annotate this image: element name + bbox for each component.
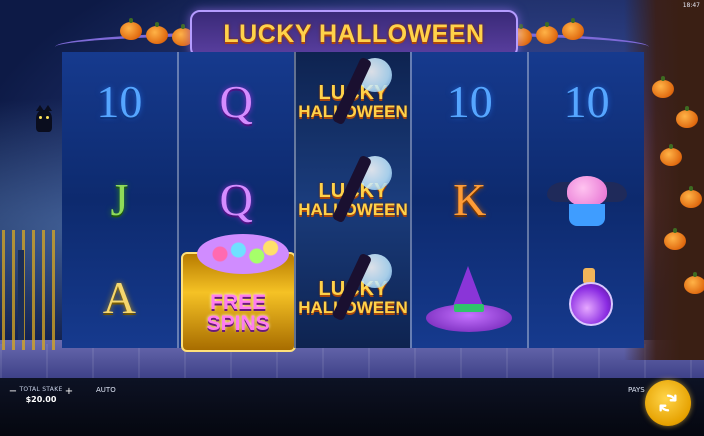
lamp-post bbox=[18, 250, 24, 340]
spin-arrows-icon bbox=[659, 394, 677, 412]
spin-button[interactable] bbox=[645, 380, 691, 426]
lucky-halloween-symbol: LUCKY HALLOWEEN bbox=[296, 150, 411, 248]
auto-button[interactable]: AUTO bbox=[96, 386, 116, 394]
cat-eye-right bbox=[46, 116, 49, 119]
potion-icon bbox=[567, 268, 614, 334]
tree-pumpkin bbox=[680, 186, 702, 208]
frame-pumpkin bbox=[562, 18, 584, 40]
frame-pumpkin bbox=[536, 22, 558, 44]
reel-area: 10 J A Q Q FREE SPINS LUCKY HALLOWEEN LU… bbox=[62, 52, 644, 352]
reel-3: LUCKY HALLOWEEN LUCKY HALLOWEEN LUCKY HA… bbox=[293, 52, 411, 348]
reel-5: 10 bbox=[527, 52, 644, 348]
frame-pumpkin bbox=[146, 22, 168, 44]
reel-4: 10 K bbox=[410, 52, 528, 348]
free-spins-line1: FREE bbox=[210, 291, 267, 314]
free-spins-line2: SPINS bbox=[206, 312, 270, 335]
reel-symbol: A bbox=[102, 271, 137, 323]
stake-display: TOTAL STAKE $20.00 bbox=[18, 386, 64, 404]
free-spins-symbol: FREE SPINS bbox=[180, 234, 296, 352]
lucky-halloween-symbol: LUCKY HALLOWEEN bbox=[296, 248, 411, 346]
frame-pumpkin bbox=[120, 18, 142, 40]
reel-symbol: 10 bbox=[96, 75, 143, 127]
reel-symbol: K bbox=[453, 173, 487, 225]
tree-pumpkin bbox=[664, 228, 686, 250]
reel-1: 10 J A bbox=[62, 52, 177, 348]
game-title-banner: LUCKY HALLOWEEN bbox=[190, 10, 518, 58]
lucky-halloween-symbol: LUCKY HALLOWEEN bbox=[296, 52, 411, 150]
stake-value: $20.00 bbox=[25, 395, 57, 404]
pays-button[interactable]: PAYS bbox=[628, 386, 645, 394]
clock: 18:47 bbox=[682, 2, 700, 9]
reel-symbol: Q bbox=[219, 75, 253, 127]
tree-pumpkin bbox=[676, 106, 698, 128]
gold-gate bbox=[2, 230, 62, 350]
black-cat bbox=[36, 105, 52, 132]
reel-2: Q Q FREE SPINS bbox=[176, 52, 296, 352]
tree-pumpkin bbox=[684, 272, 704, 294]
increase-stake-button[interactable]: + bbox=[62, 385, 76, 399]
reel-symbol: 10 bbox=[446, 75, 493, 127]
cat-eye-left bbox=[39, 116, 42, 119]
witch-hat-icon bbox=[426, 266, 513, 336]
bat-cupcake-icon bbox=[547, 172, 628, 236]
ground-tiles bbox=[0, 344, 704, 378]
cauldron-candy bbox=[196, 234, 289, 274]
stake-label: TOTAL STAKE bbox=[19, 386, 63, 393]
tree-pumpkin bbox=[660, 144, 682, 166]
reel-symbol: 10 bbox=[563, 75, 610, 127]
game-title: LUCKY HALLOWEEN bbox=[223, 19, 485, 48]
tree-pumpkin bbox=[652, 76, 674, 98]
reel-symbol: J bbox=[110, 173, 129, 225]
